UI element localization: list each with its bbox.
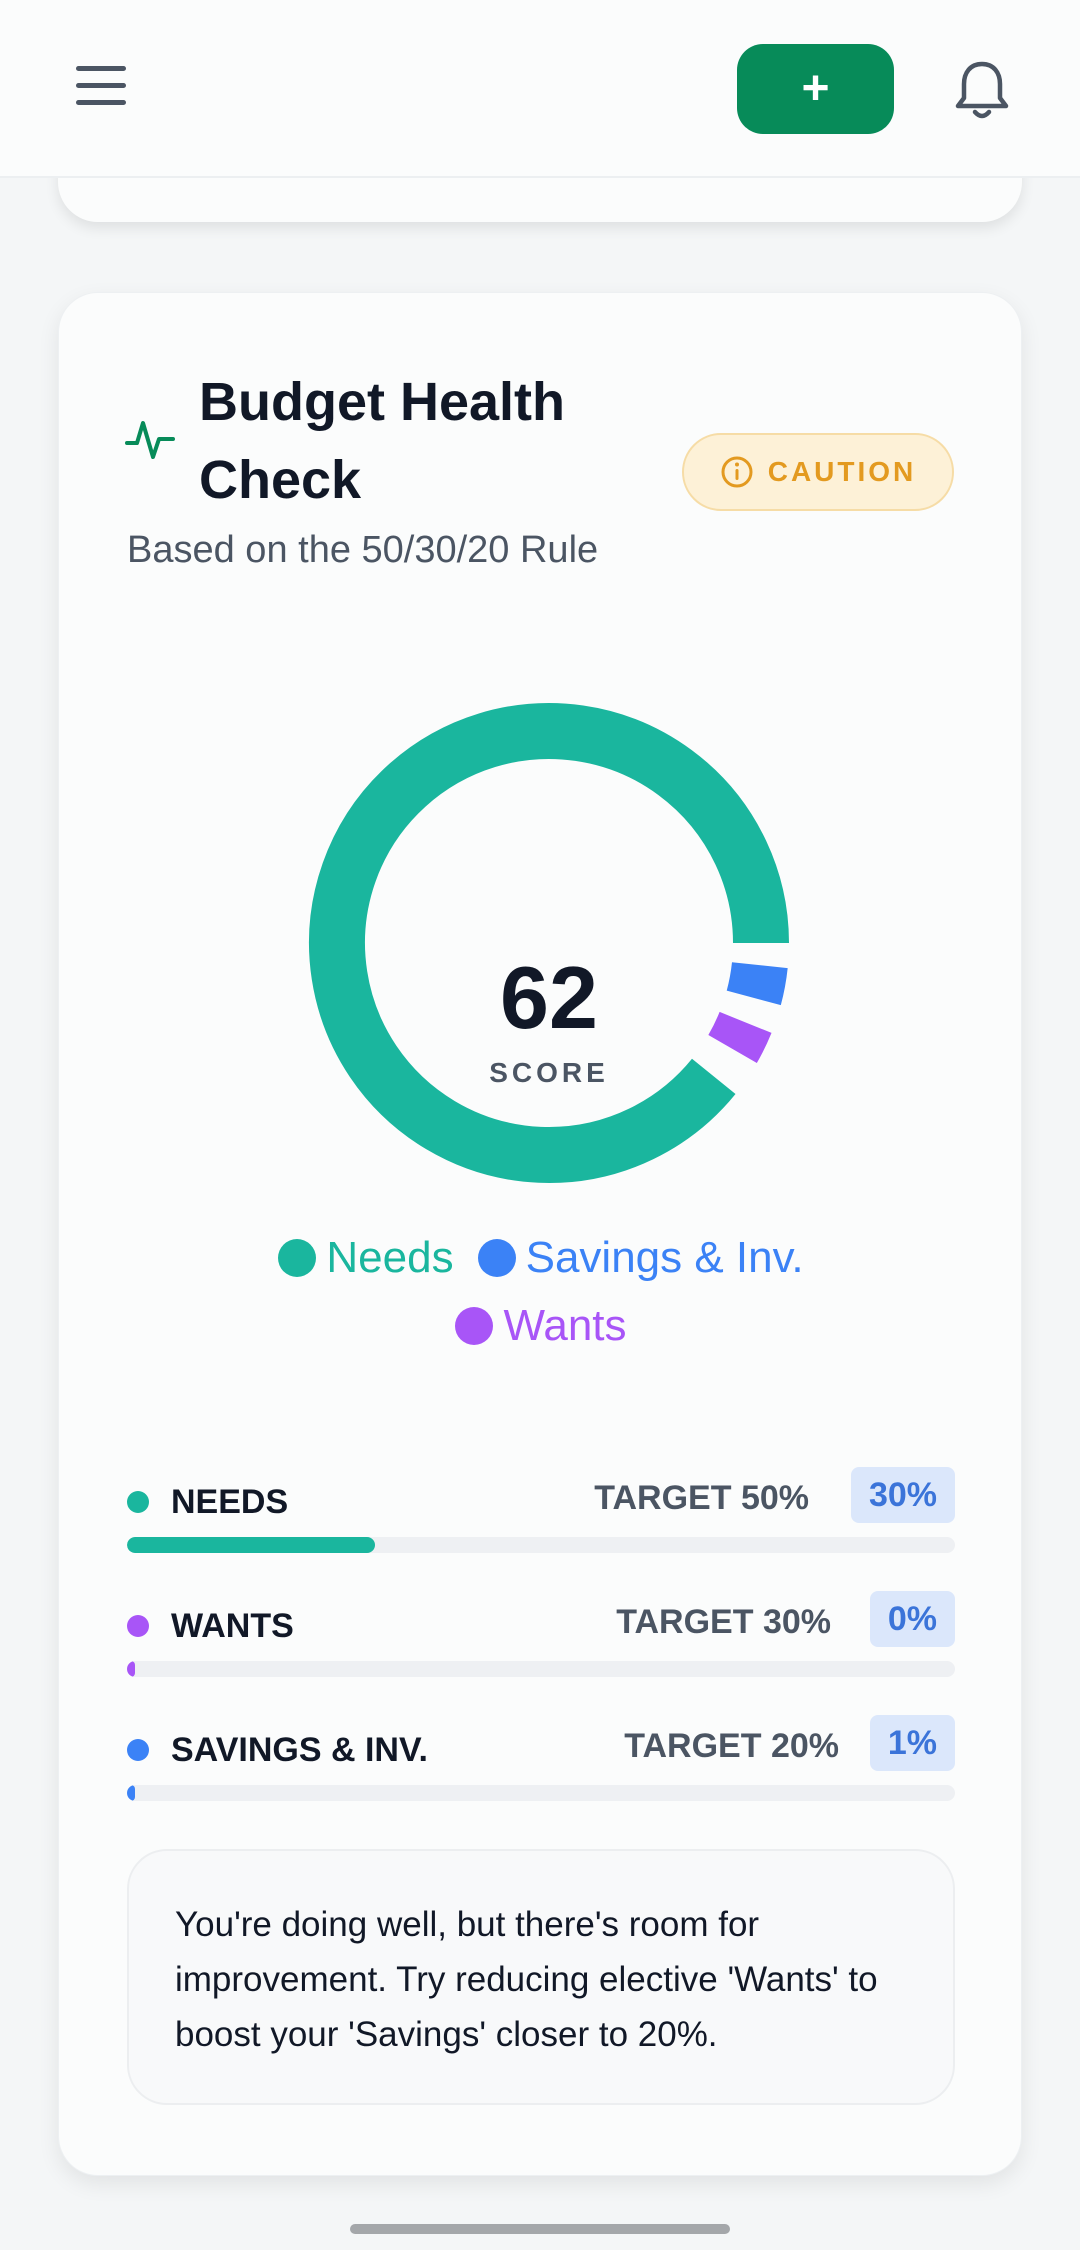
category-target: TARGET 50%: [594, 1479, 809, 1517]
category-dot: [127, 1615, 149, 1637]
legend-label: Savings & Inv.: [525, 1233, 804, 1282]
add-transaction-button[interactable]: +: [737, 44, 894, 134]
score-donut-chart: [309, 703, 789, 1183]
score-label: SCORE: [489, 1057, 609, 1088]
category-row-wants: WANTS TARGET 30% 0%: [127, 1589, 955, 1689]
hamburger-icon: [76, 66, 126, 105]
category-row-needs: NEEDS TARGET 50% 30%: [127, 1465, 955, 1565]
legend-label: Needs: [326, 1233, 454, 1282]
donut-segment-savings: [726, 961, 788, 1006]
home-indicator[interactable]: [350, 2224, 730, 2234]
pulse-icon: [125, 421, 175, 459]
chart-legend: Needs Savings & Inv.: [59, 1233, 1023, 1283]
progress-fill: [127, 1785, 136, 1801]
category-target: TARGET 20%: [624, 1727, 839, 1765]
donut-segment-needs: [309, 703, 789, 1183]
legend-label: Wants: [503, 1301, 627, 1350]
advice-box: You're doing well, but there's room for …: [127, 1849, 955, 2105]
legend-item-needs: Needs: [278, 1233, 454, 1283]
progress-track: [127, 1785, 955, 1801]
category-dot: [127, 1491, 149, 1513]
card-subtitle: Based on the 50/30/20 Rule: [127, 529, 599, 571]
category-percent-badge: 0%: [869, 1591, 955, 1647]
notifications-button[interactable]: [940, 46, 1024, 136]
progress-track: [127, 1537, 955, 1553]
legend-dot: [477, 1239, 516, 1277]
category-row-savings: SAVINGS & INV. TARGET 20% 1%: [127, 1713, 955, 1813]
status-badge: CAUTION: [682, 433, 954, 511]
legend-dot: [278, 1239, 317, 1277]
budget-health-card: Budget Health Check CAUTION Based on the…: [58, 292, 1022, 2176]
donut-segment-wants: [708, 1011, 772, 1063]
category-target: TARGET 30%: [616, 1603, 831, 1641]
legend-item-savings: Savings & Inv.: [477, 1233, 804, 1283]
progress-fill: [127, 1661, 136, 1677]
category-percent-badge: 30%: [850, 1467, 955, 1523]
chart-legend-2: Wants: [59, 1301, 1023, 1351]
top-app-bar: +: [0, 0, 1080, 178]
score-value: 62: [500, 948, 598, 1047]
plus-icon: +: [801, 62, 830, 115]
card-title: Budget Health Check: [199, 372, 566, 510]
category-name: WANTS: [171, 1607, 294, 1645]
progress-fill: [127, 1537, 376, 1553]
legend-dot: [455, 1307, 494, 1345]
status-text: CAUTION: [767, 456, 917, 487]
info-icon: [721, 456, 753, 488]
bell-icon: [955, 61, 1009, 119]
category-name: NEEDS: [171, 1483, 289, 1521]
category-name: SAVINGS & INV.: [171, 1731, 428, 1769]
category-dot: [127, 1739, 149, 1761]
menu-button[interactable]: [62, 46, 142, 126]
progress-track: [127, 1661, 955, 1677]
category-percent-badge: 1%: [869, 1715, 955, 1771]
legend-item-wants: Wants: [455, 1301, 627, 1351]
